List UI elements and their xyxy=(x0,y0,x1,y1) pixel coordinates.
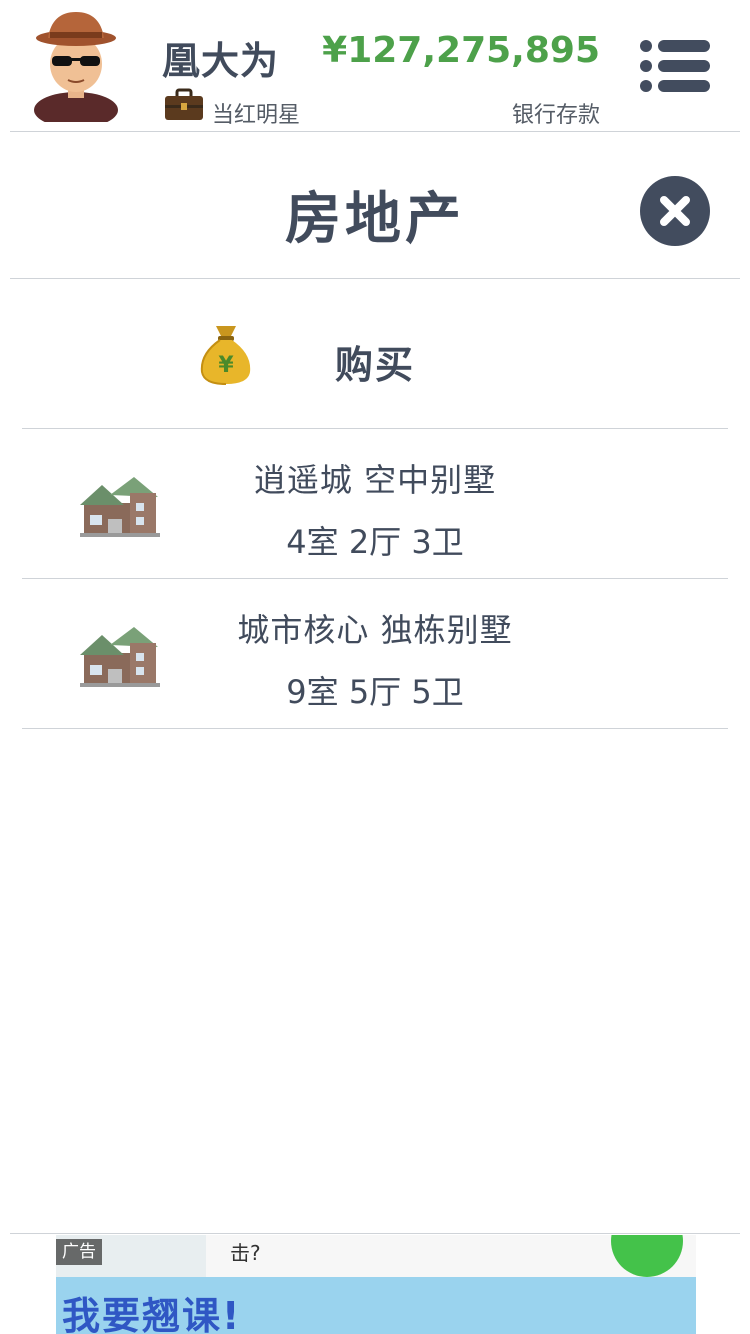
ad-divider xyxy=(10,1233,740,1234)
briefcase-icon xyxy=(165,88,203,120)
top-status-bar: 凰大为 当红明星 ¥127,275,895 银行存款 xyxy=(0,0,750,132)
close-icon xyxy=(660,196,690,226)
page-title: 房地产 xyxy=(285,187,465,252)
property-name: 城市核心 独栋别墅 xyxy=(237,611,513,649)
list-menu-icon[interactable] xyxy=(638,38,712,94)
title-divider xyxy=(10,278,740,279)
ad-top-strip: 广告 击? xyxy=(56,1235,696,1277)
row-divider xyxy=(22,728,728,729)
player-name: 凰大为 xyxy=(162,39,280,83)
bank-balance: ¥127,275,895 xyxy=(322,30,600,71)
ad-text: 击? xyxy=(230,1241,261,1265)
property-rooms: 4室 2厅 3卫 xyxy=(286,523,464,561)
buy-label: 购买 xyxy=(334,343,415,387)
ad-image[interactable]: 我要翘课! xyxy=(56,1277,696,1334)
header-divider xyxy=(10,131,740,132)
buy-button[interactable]: ¥ 购买 xyxy=(22,280,728,428)
job-title: 当红明星 xyxy=(212,103,301,128)
property-name: 逍遥城 空中别墅 xyxy=(253,461,497,499)
check-icon[interactable] xyxy=(611,1235,683,1277)
ad-banner-text: 我要翘课! xyxy=(62,1294,242,1334)
bank-balance-label: 银行存款 xyxy=(511,103,600,128)
ad-badge: 广告 xyxy=(56,1239,102,1265)
avatar[interactable] xyxy=(30,10,122,122)
property-row-2[interactable]: 城市核心 独栋别墅 9室 5厅 5卫 xyxy=(22,579,728,729)
ad-banner[interactable]: 广告 击? 我要翘课! xyxy=(56,1235,696,1334)
property-rooms: 9室 5厅 5卫 xyxy=(286,673,464,711)
property-row-1[interactable]: 逍遥城 空中别墅 4室 2厅 3卫 xyxy=(22,429,728,579)
close-button[interactable] xyxy=(640,176,710,246)
